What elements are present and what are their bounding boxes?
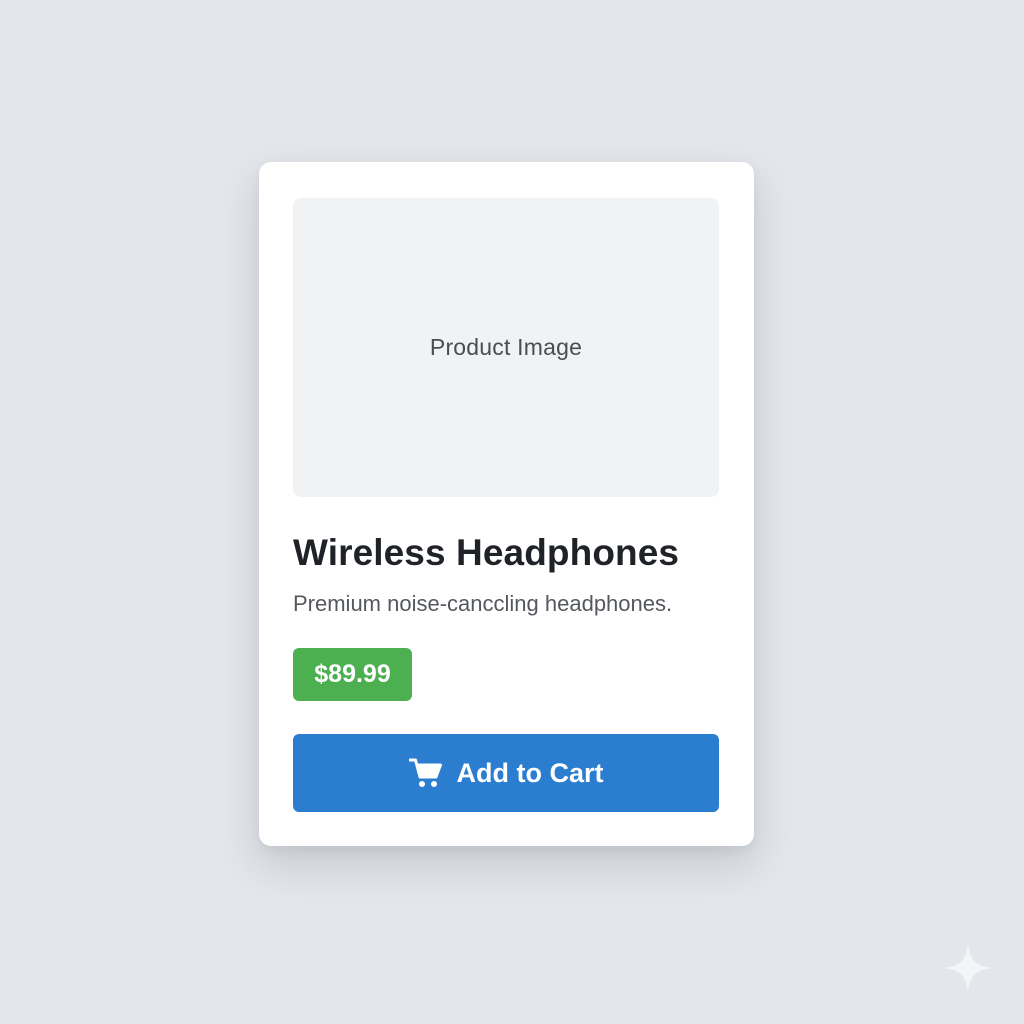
add-to-cart-label: Add to Cart — [456, 757, 604, 788]
shopping-cart-icon — [408, 757, 443, 789]
price-badge: $89.99 — [293, 648, 412, 701]
product-title: Wireless Headphones — [293, 532, 680, 573]
product-card: Product Image Wireless Headphones Premiu… — [259, 162, 754, 846]
product-image-label: Product Image — [429, 334, 583, 360]
add-to-cart-button[interactable]: Add to Cart — [293, 734, 719, 812]
product-image-placeholder: Product Image — [293, 198, 719, 497]
product-description: Premium noise-canccling headphones. — [293, 591, 673, 616]
sparkle-icon — [944, 944, 992, 992]
